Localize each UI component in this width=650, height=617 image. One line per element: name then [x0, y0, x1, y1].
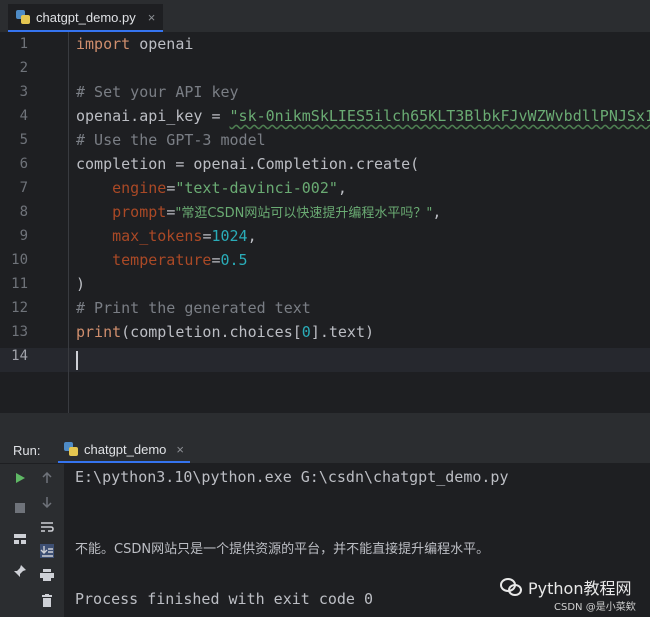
api-key-string: "sk-0nikmSkLIES5ilch65KLT3BlbkFJvWZWvbdl…: [229, 107, 650, 125]
code-line: import openai: [76, 35, 194, 53]
code-editor[interactable]: 1 2 3 4 5 6 7 8 9 10 11 12 13 14 import …: [0, 32, 650, 413]
panel-divider[interactable]: [0, 413, 650, 437]
line-number: 3: [19, 84, 28, 100]
scroll-to-end-icon[interactable]: [36, 540, 58, 562]
editor-tab-label: chatgpt_demo.py: [36, 9, 136, 25]
run-tab-label: chatgpt_demo: [84, 441, 167, 457]
code-comment: # Print the generated text: [76, 299, 311, 317]
close-tab-icon[interactable]: ×: [148, 10, 156, 25]
line-number: 1: [19, 36, 28, 52]
line-number: 8: [19, 204, 28, 220]
editor-tab-bar: chatgpt_demo.py ×: [0, 0, 650, 33]
code-comment: # Set your API key: [76, 83, 239, 101]
wechat-icon: [500, 578, 522, 596]
line-number-gutter: 1 2 3 4 5 6 7 8 9 10 11 12 13 14: [0, 32, 69, 413]
arrow-down-icon[interactable]: [36, 491, 58, 513]
pin-icon[interactable]: [9, 560, 31, 582]
code-line: ): [76, 275, 86, 293]
stop-icon[interactable]: [9, 497, 31, 519]
soft-wrap-icon[interactable]: [36, 516, 58, 538]
watermark-brand: Python教程网: [500, 575, 631, 599]
console-exit-line: Process finished with exit code 0: [75, 590, 374, 608]
line-number: 13: [11, 324, 28, 340]
line-number: 6: [19, 156, 28, 172]
console-command-line: E:\python3.10\python.exe G:\csdn\chatgpt…: [75, 468, 509, 486]
line-number: 9: [19, 228, 28, 244]
close-run-tab-icon[interactable]: ×: [176, 442, 184, 457]
text-caret: [76, 351, 78, 370]
run-tab-chatgpt-demo[interactable]: chatgpt_demo ×: [58, 437, 190, 463]
line-number: 12: [11, 300, 28, 316]
code-line: max_tokens=1024,: [76, 227, 257, 245]
python-file-icon: [64, 442, 78, 456]
print-icon[interactable]: [36, 564, 58, 586]
console-output-line: 不能。CSDN网站只是一个提供资源的平台，并不能直接提升编程水平。: [75, 542, 490, 557]
code-line: engine="text-davinci-002",: [76, 179, 347, 197]
code-line: completion = openai.Completion.create(: [76, 155, 420, 173]
code-comment: # Use the GPT-3 model: [76, 131, 266, 149]
layout-icon[interactable]: [9, 528, 31, 550]
arrow-up-icon[interactable]: [36, 467, 58, 489]
line-number: 10: [11, 252, 28, 268]
code-line: openai.api_key = "sk-0nikmSkLIES5ilch65K…: [76, 104, 650, 128]
line-number: 11: [11, 276, 28, 292]
line-number: 14: [11, 348, 28, 364]
line-number: 5: [19, 132, 28, 148]
trash-icon[interactable]: [36, 589, 58, 611]
watermark-brand-text: Python教程网: [528, 579, 632, 598]
line-number: 4: [19, 108, 28, 124]
play-icon[interactable]: [9, 467, 31, 489]
editor-tab-chatgpt-demo[interactable]: chatgpt_demo.py ×: [8, 4, 164, 32]
line-number: 2: [19, 60, 28, 76]
line-number: 7: [19, 180, 28, 196]
code-line: prompt="常逛CSDN网站可以快速提升编程水平吗？",: [76, 203, 442, 221]
python-file-icon: [16, 10, 30, 24]
run-title: Run:: [13, 443, 41, 458]
code-line: print(completion.choices[0].text): [76, 323, 375, 341]
code-line: temperature=0.5: [76, 251, 248, 269]
code-area[interactable]: import openai # Set your API key openai.…: [76, 32, 650, 413]
watermark-credit: CSDN @是小菜欸: [554, 602, 636, 613]
run-header: Run: chatgpt_demo ×: [0, 437, 650, 464]
